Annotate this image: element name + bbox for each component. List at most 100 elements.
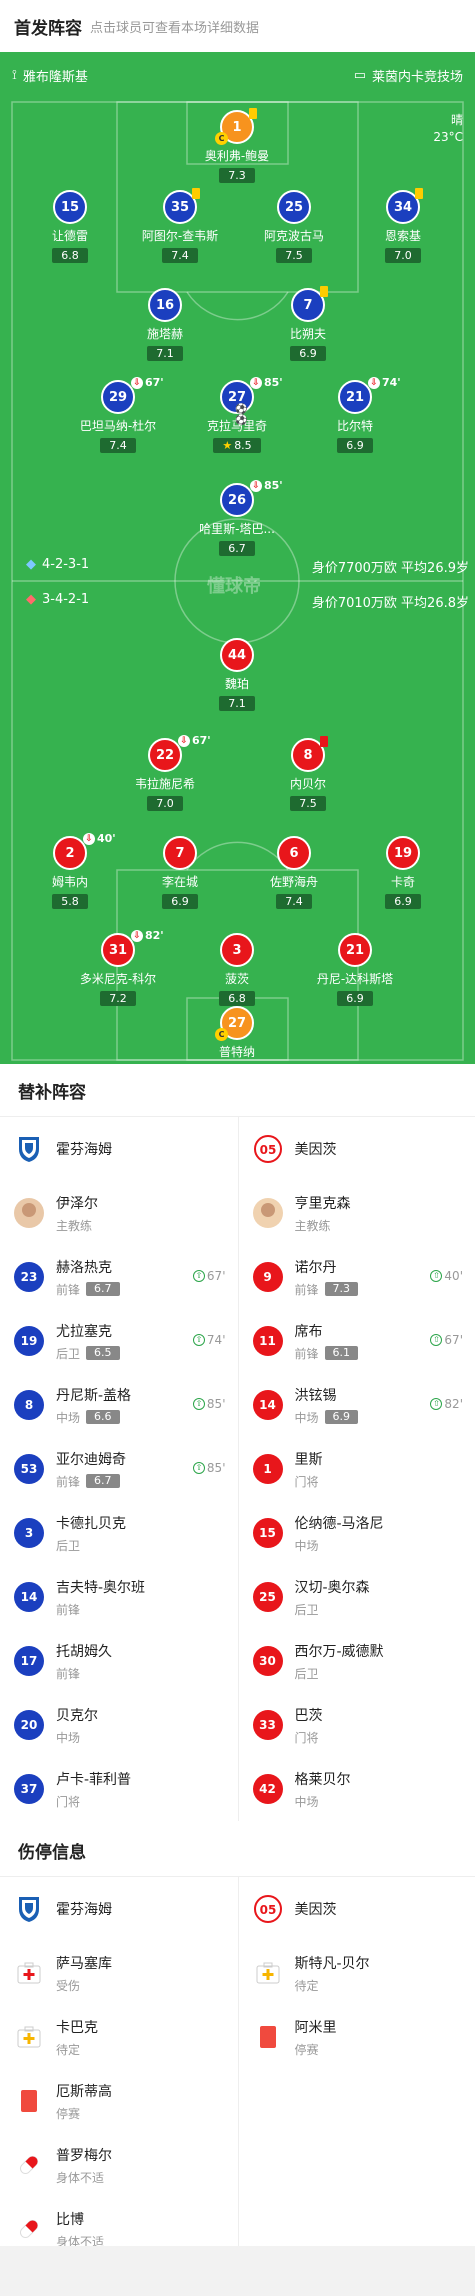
sub-player-row[interactable]: 3 卡德扎贝克 后卫 bbox=[0, 1501, 238, 1565]
sub-player-row[interactable]: 53 亚尔迪姆奇 前锋 6.7 ⇧ 85' bbox=[0, 1437, 238, 1501]
player-number-badge: 25 bbox=[277, 190, 311, 224]
away-player[interactable]: 2 ⇩ 40' 姆韦内 5.8 bbox=[10, 832, 130, 909]
injury-row[interactable]: 卡巴克 待定 bbox=[0, 2005, 238, 2069]
home-player[interactable]: 15 让德雷 6.8 bbox=[10, 190, 130, 263]
away-player[interactable]: 27C普特纳6.9 bbox=[177, 1006, 297, 1064]
away-team-row[interactable]: 05 美因茨 bbox=[239, 1877, 475, 1941]
away-player[interactable]: 7 李在城 6.9 bbox=[120, 836, 240, 909]
injury-row[interactable]: 普罗梅尔 身体不适 bbox=[0, 2133, 238, 2197]
away-player[interactable]: 31 ⇩ 82' 多米尼克-科尔 7.2 bbox=[58, 929, 178, 1006]
player-name: 卡奇 bbox=[390, 875, 415, 889]
away-coach[interactable]: 亨里克森 主教练 bbox=[239, 1181, 475, 1245]
sub-in-icon: ⇧ bbox=[430, 1334, 443, 1346]
home-team-row[interactable]: 霍芬海姆 bbox=[0, 1117, 238, 1181]
injury-row[interactable]: 萨马塞库 受伤 bbox=[0, 1941, 238, 2005]
player-name: 让德雷 bbox=[51, 229, 88, 243]
injury-row[interactable]: 厄斯蒂高 停赛 bbox=[0, 2069, 238, 2133]
home-player[interactable]: 29 ⇩ 67' 巴坦马纳-杜尔 7.4 bbox=[58, 376, 178, 453]
sub-in-time: ⇧ 85' bbox=[192, 1397, 226, 1411]
sub-player-row[interactable]: 17 托胡姆久 前锋 bbox=[0, 1629, 238, 1693]
watermark: 懂球帝 bbox=[207, 576, 261, 597]
home-player[interactable]: 21 ⇩ 74' 比尔特 6.9 bbox=[295, 376, 415, 453]
sub-player-row[interactable]: 15 伦纳德-马洛尼 中场 bbox=[239, 1501, 475, 1565]
player-name: 佐野海舟 bbox=[269, 875, 318, 889]
sub-player-row[interactable]: 8 丹尼斯-盖格 中场 6.6 ⇧ 85' bbox=[0, 1373, 238, 1437]
player-position: 后卫 bbox=[56, 1346, 81, 1361]
sub-player-row[interactable]: 23 赫洛热克 前锋 6.7 ⇧ 67' bbox=[0, 1245, 238, 1309]
home-player[interactable]: 35 阿图尔-查韦斯 7.4 bbox=[120, 188, 240, 263]
sub-player-row[interactable]: 1 里斯 门将 bbox=[239, 1437, 475, 1501]
player-name: 李在城 bbox=[161, 875, 198, 889]
doubtful-icon bbox=[14, 2022, 44, 2052]
weather-text: 晴 bbox=[450, 113, 463, 127]
player-name: 比尔特 bbox=[336, 419, 373, 433]
away-player[interactable]: 3 菠茨 6.8 bbox=[177, 933, 297, 1006]
player-rating: 7.1 bbox=[147, 346, 183, 361]
player-name: 施塔赫 bbox=[146, 327, 183, 341]
home-coach[interactable]: 伊泽尔 主教练 bbox=[0, 1181, 238, 1245]
player-name: 丹尼-达科斯塔 bbox=[316, 972, 394, 986]
player-rating: 6.7 bbox=[86, 1282, 120, 1296]
home-player[interactable]: 1 C 奥利弗-鲍曼 7.3 bbox=[177, 108, 297, 183]
mainz-logo-icon: ◆ bbox=[26, 592, 36, 607]
home-team-row[interactable]: 霍芬海姆 bbox=[0, 1877, 238, 1941]
sub-player-row[interactable]: 42 格莱贝尔 中场 bbox=[239, 1757, 475, 1821]
away-player[interactable]: 8 内贝尔 7.5 bbox=[248, 736, 368, 811]
sub-player-row[interactable]: 20 贝克尔 中场 bbox=[0, 1693, 238, 1757]
hoffenheim-logo-icon: ◆ bbox=[26, 557, 36, 572]
away-player[interactable]: 19 卡奇 6.9 bbox=[343, 836, 463, 909]
player-name: 恩索基 bbox=[384, 229, 421, 243]
player-rating: 6.1 bbox=[324, 1346, 359, 1360]
whistle-icon: ⟟ bbox=[12, 67, 17, 83]
player-position: 门将 bbox=[294, 1474, 319, 1489]
player-number-badge: 25 bbox=[252, 1582, 283, 1612]
player-rating: 7.4 bbox=[162, 248, 198, 263]
player-rating: 6.8 bbox=[52, 248, 88, 263]
yellow-card-icon bbox=[249, 108, 257, 119]
injury-status: 待定 bbox=[294, 1978, 319, 1993]
player-name: 赫洛热克 bbox=[56, 1259, 112, 1276]
player-name: 多米尼克-科尔 bbox=[79, 972, 157, 986]
svg-text:05: 05 bbox=[259, 1143, 276, 1157]
injury-row[interactable]: 阿米里 停赛 bbox=[239, 2005, 475, 2069]
injuries-section: 伤停信息 霍芬海姆 萨马塞库 受伤 卡巴克 待定 厄斯蒂高 停赛 普罗梅尔 身体不适 比博 身体不… bbox=[0, 1824, 475, 2261]
sub-player-row[interactable]: 19 尤拉塞克 后卫 6.5 ⇧ 74' bbox=[0, 1309, 238, 1373]
away-team-row[interactable]: 05 美因茨 bbox=[239, 1117, 475, 1181]
home-player[interactable]: 16 施塔赫 7.1 bbox=[105, 288, 225, 361]
home-player[interactable]: 27 ⇩ 85' ⚽⚽ 克拉马里奇 ★ 8.5 bbox=[177, 376, 297, 453]
weather-temp: 23°C bbox=[433, 130, 463, 144]
player-number-badge: 35 bbox=[163, 188, 200, 224]
home-player[interactable]: 34 恩索基 7.0 bbox=[343, 188, 463, 263]
star-icon: ★ bbox=[222, 439, 233, 452]
away-player[interactable]: 22 ⇩ 67' 韦拉施尼希 7.0 bbox=[105, 734, 225, 811]
away-value: 身价7010万欧 平均26.8岁 bbox=[311, 596, 469, 611]
sub-player-row[interactable]: 33 巴茨 门将 bbox=[239, 1693, 475, 1757]
player-number-badge: 15 bbox=[252, 1518, 283, 1548]
player-name: 里斯 bbox=[294, 1451, 323, 1468]
home-player[interactable]: 26 ⇩ 85' 哈里斯-塔巴... 6.7 bbox=[177, 479, 297, 556]
captain-icon: C bbox=[215, 132, 228, 145]
away-player[interactable]: 44 魏珀 7.1 bbox=[177, 638, 297, 711]
sub-out-icon: ⇩ 67' bbox=[131, 376, 164, 389]
sub-player-row[interactable]: 9 诺尔丹 前锋 7.3 ⇧ 40' bbox=[239, 1245, 475, 1309]
away-player[interactable]: 6 佐野海舟 7.4 bbox=[234, 836, 354, 909]
player-number-badge: 3 bbox=[14, 1518, 44, 1548]
player-position: 中场 bbox=[294, 1410, 319, 1425]
sub-player-row[interactable]: 25 汉切-奥尔森 后卫 bbox=[239, 1565, 475, 1629]
home-player[interactable]: 25 阿克波古马 7.5 bbox=[234, 190, 354, 263]
sub-player-row[interactable]: 14 洪铉锡 中场 6.9 ⇧ 82' bbox=[239, 1373, 475, 1437]
injury-row[interactable]: 斯特凡-贝尔 待定 bbox=[239, 1941, 475, 2005]
sub-player-row[interactable]: 30 西尔万-威德默 后卫 bbox=[239, 1629, 475, 1693]
home-player[interactable]: 7 比朔夫 6.9 bbox=[248, 286, 368, 361]
away-player[interactable]: 21 丹尼-达科斯塔 6.9 bbox=[295, 933, 415, 1006]
mainz-logo-icon: 05 bbox=[253, 1134, 283, 1164]
player-name: 伦纳德-马洛尼 bbox=[294, 1515, 384, 1532]
player-rating: 7.4 bbox=[276, 894, 312, 909]
sub-in-time: ⇧ 40' bbox=[430, 1269, 463, 1283]
sub-player-row[interactable]: 11 席布 前锋 6.1 ⇧ 67' bbox=[239, 1309, 475, 1373]
home-team-name: 霍芬海姆 bbox=[56, 1902, 112, 1918]
player-number-badge: 29 ⇩ 67' bbox=[101, 376, 164, 414]
sub-player-row[interactable]: 14 吉夫特-奥尔班 前锋 bbox=[0, 1565, 238, 1629]
player-rating: 6.8 bbox=[219, 991, 255, 1006]
sub-player-row[interactable]: 37 卢卡-菲利普 门将 bbox=[0, 1757, 238, 1821]
